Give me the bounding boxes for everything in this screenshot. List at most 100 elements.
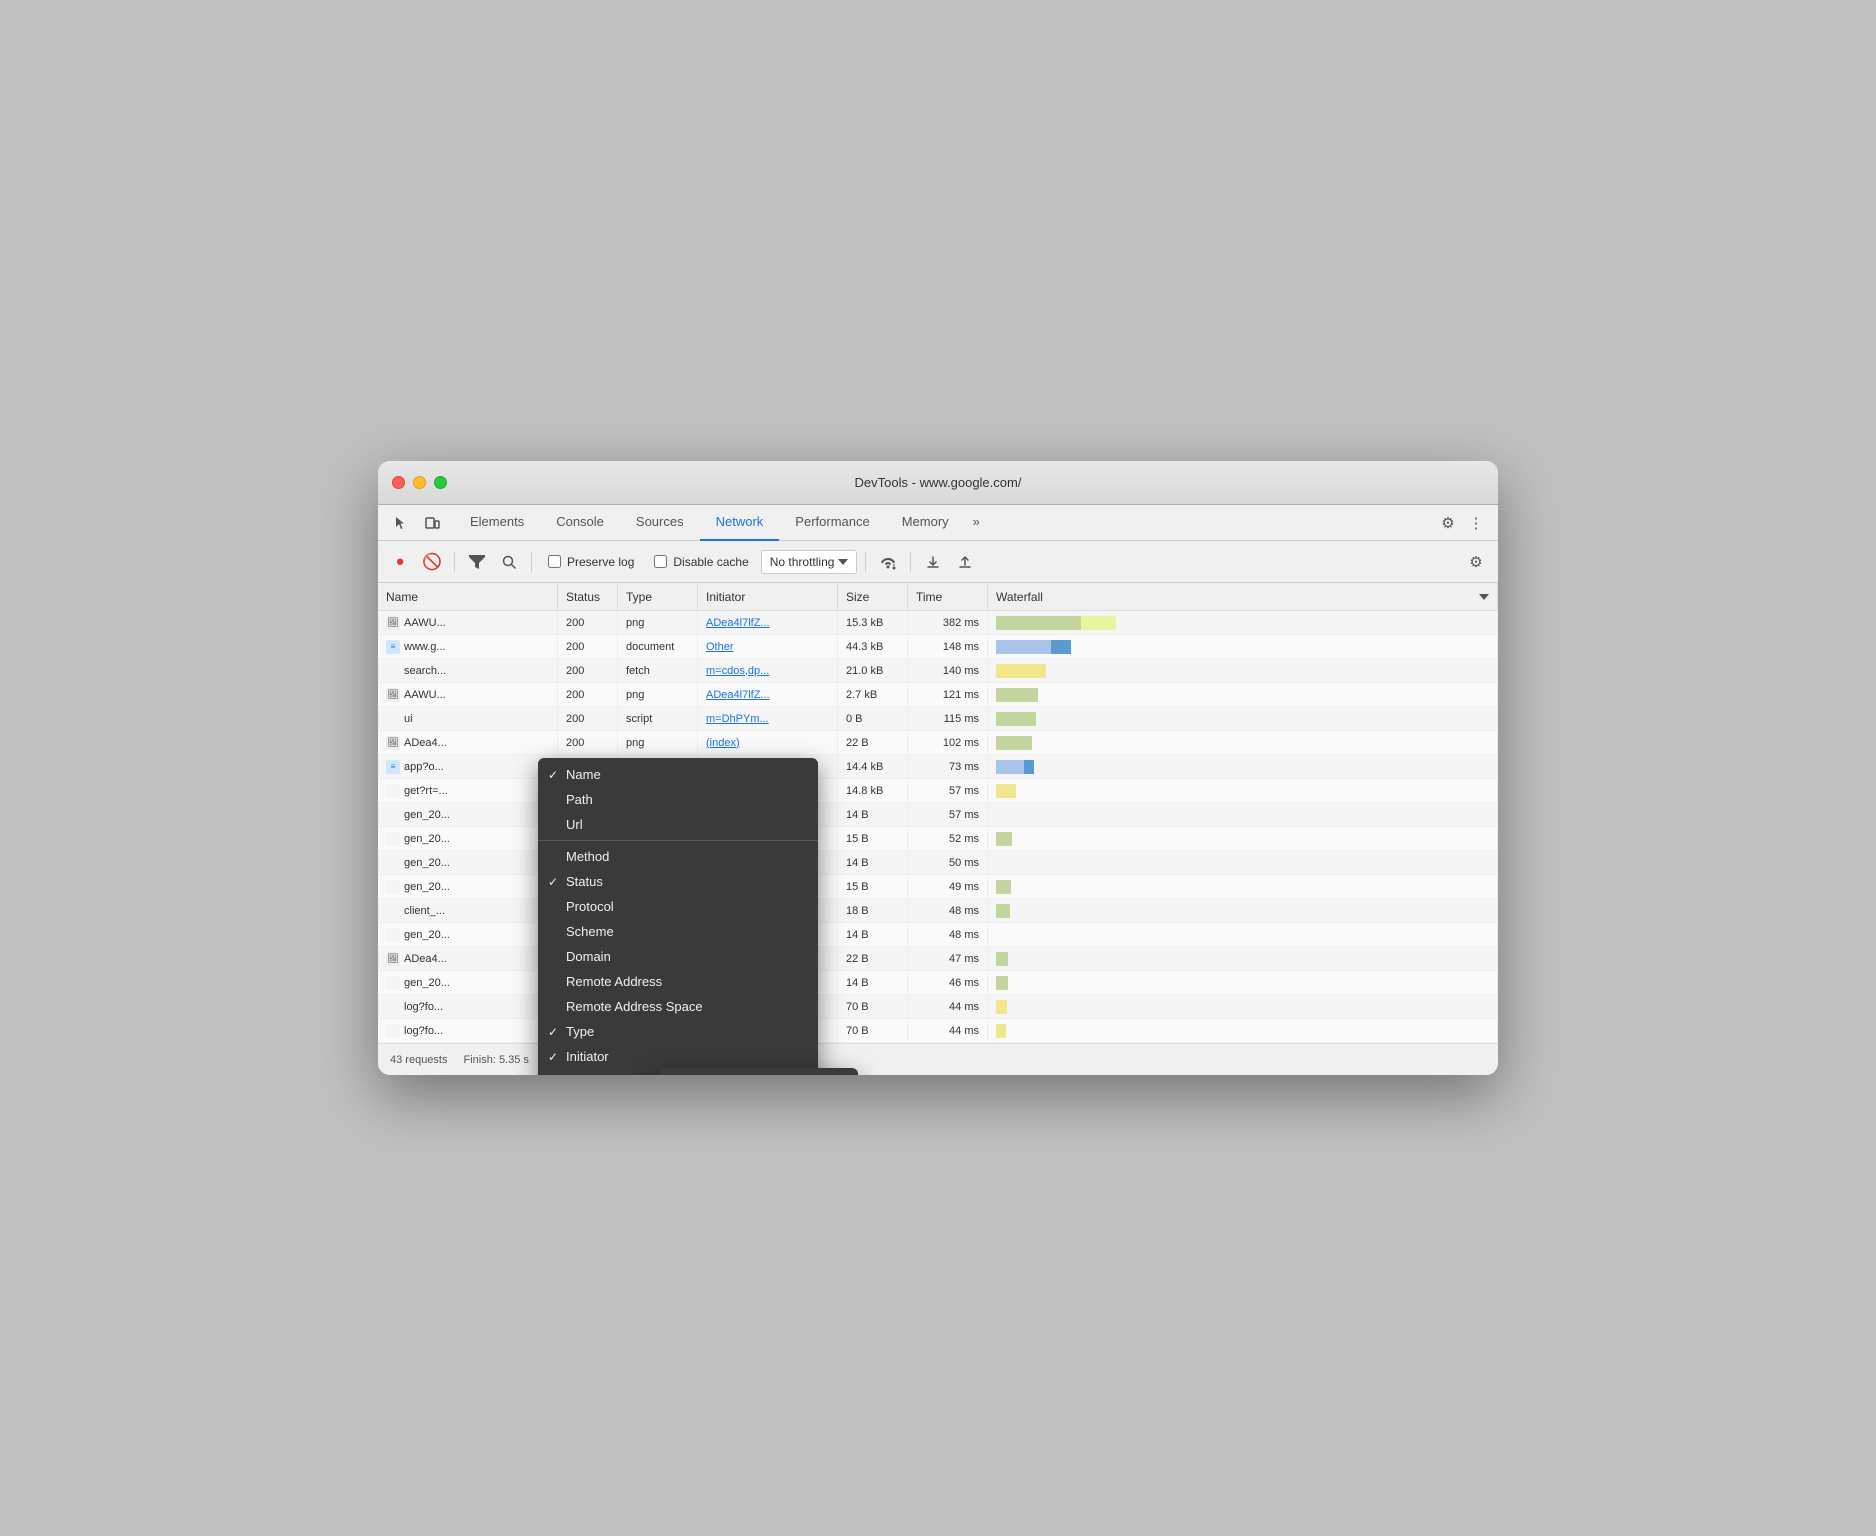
cell-initiator: m=DhPYm... <box>698 707 838 730</box>
close-button[interactable] <box>392 476 405 489</box>
cell-name: 🖼ADea4... <box>378 947 558 970</box>
menu-item-protocol[interactable]: Protocol <box>538 894 818 919</box>
cell-waterfall <box>988 659 1498 682</box>
cell-size: 70 B <box>838 1019 908 1042</box>
cell-status: 200 <box>558 707 618 730</box>
file-icon <box>386 1024 400 1038</box>
cell-name: gen_20... <box>378 803 558 826</box>
menu-item-status[interactable]: Status <box>538 869 818 894</box>
waterfall-bar <box>996 784 1016 798</box>
file-icon <box>386 664 400 678</box>
main-content: Name Status Type Initiator Size Time Wat… <box>378 583 1498 1043</box>
cell-name: gen_20... <box>378 875 558 898</box>
waterfall-bar <box>996 640 1071 654</box>
preserve-log-checkbox[interactable] <box>548 555 561 568</box>
throttle-select[interactable]: No throttling <box>761 550 858 574</box>
tab-network[interactable]: Network <box>700 505 780 541</box>
table-row[interactable]: 🖼AAWU... 200 png ADea4l7lfZ... 15.3 kB 3… <box>378 611 1498 635</box>
th-initiator[interactable]: Initiator <box>698 583 838 610</box>
cell-waterfall <box>988 827 1498 850</box>
settings-icon[interactable]: ⚙ <box>1434 509 1462 537</box>
device-icon[interactable] <box>418 509 446 537</box>
wifi-settings-icon[interactable] <box>874 548 902 576</box>
cell-initiator: Other <box>698 635 838 658</box>
file-icon <box>386 784 400 798</box>
cell-time: 47 ms <box>908 947 988 970</box>
menu-item-name[interactable]: Name <box>538 762 818 787</box>
img-icon: 🖼 <box>386 688 400 702</box>
table-row[interactable]: 🖼ADea4... 200 png (index) 22 B 102 ms <box>378 731 1498 755</box>
file-icon <box>386 856 400 870</box>
waterfall-bar <box>996 904 1010 918</box>
maximize-button[interactable] <box>434 476 447 489</box>
file-icon <box>386 904 400 918</box>
cell-status: 200 <box>558 683 618 706</box>
menu-item-initiator[interactable]: Initiator <box>538 1044 818 1069</box>
disable-cache-checkbox[interactable] <box>654 555 667 568</box>
menu-item-domain[interactable]: Domain <box>538 944 818 969</box>
doc-icon: ≡ <box>386 760 400 774</box>
cell-size: 14 B <box>838 803 908 826</box>
preserve-log-btn[interactable]: Preserve log <box>540 551 642 573</box>
table-row[interactable]: search... 200 fetch m=cdos,dp... 21.0 kB… <box>378 659 1498 683</box>
img-icon: 🖼 <box>386 616 400 630</box>
network-settings-icon[interactable]: ⚙ <box>1462 548 1490 576</box>
export-icon[interactable] <box>951 548 979 576</box>
menu-item-scheme[interactable]: Scheme <box>538 919 818 944</box>
cell-size: 18 B <box>838 899 908 922</box>
th-size[interactable]: Size <box>838 583 908 610</box>
menu-item-url[interactable]: Url <box>538 812 818 837</box>
cell-waterfall <box>988 851 1498 874</box>
minimize-button[interactable] <box>413 476 426 489</box>
menu-item-remote_address[interactable]: Remote Address <box>538 969 818 994</box>
tab-console[interactable]: Console <box>540 505 620 541</box>
cursor-icon[interactable] <box>386 509 414 537</box>
tab-memory[interactable]: Memory <box>886 505 965 541</box>
more-icon[interactable]: ⋮ <box>1462 509 1490 537</box>
import-icon[interactable] <box>919 548 947 576</box>
th-waterfall[interactable]: Waterfall <box>988 583 1498 610</box>
cell-initiator: (index) <box>698 731 838 754</box>
cell-size: 70 B <box>838 995 908 1018</box>
waterfall-bar <box>996 1000 1007 1014</box>
th-time[interactable]: Time <box>908 583 988 610</box>
waterfall-bar <box>996 976 1008 990</box>
cell-waterfall <box>988 683 1498 706</box>
cell-time: 50 ms <box>908 851 988 874</box>
th-type[interactable]: Type <box>618 583 698 610</box>
cell-time: 57 ms <box>908 803 988 826</box>
tab-sources[interactable]: Sources <box>620 505 700 541</box>
cell-time: 44 ms <box>908 1019 988 1042</box>
menu-item-type[interactable]: Type <box>538 1019 818 1044</box>
th-name[interactable]: Name <box>378 583 558 610</box>
clear-icon[interactable]: 🚫 <box>418 548 446 576</box>
cell-waterfall <box>988 947 1498 970</box>
filter-icon[interactable] <box>463 548 491 576</box>
th-status[interactable]: Status <box>558 583 618 610</box>
cell-name: search... <box>378 659 558 682</box>
doc-icon: ≡ <box>386 640 400 654</box>
disable-cache-btn[interactable]: Disable cache <box>646 551 756 573</box>
cell-size: 15 B <box>838 827 908 850</box>
cell-name: ≡app?o... <box>378 755 558 778</box>
cell-initiator: ADea4l7lfZ... <box>698 683 838 706</box>
cell-status: 200 <box>558 659 618 682</box>
table-row[interactable]: ui 200 script m=DhPYm... 0 B 115 ms <box>378 707 1498 731</box>
search-icon[interactable] <box>495 548 523 576</box>
cell-waterfall <box>988 1019 1498 1042</box>
table-row[interactable]: ≡www.g... 200 document Other 44.3 kB 148… <box>378 635 1498 659</box>
tab-performance[interactable]: Performance <box>779 505 885 541</box>
menu-item-method[interactable]: Method <box>538 844 818 869</box>
cell-size: 2.7 kB <box>838 683 908 706</box>
file-icon <box>386 928 400 942</box>
record-icon[interactable]: ● <box>386 548 414 576</box>
tab-bar: Elements Console Sources Network Perform… <box>378 505 1498 541</box>
menu-item-path[interactable]: Path <box>538 787 818 812</box>
submenu-item-start_time[interactable]: Start Time <box>658 1072 858 1075</box>
tab-elements[interactable]: Elements <box>454 505 540 541</box>
menu-item-remote_address_space[interactable]: Remote Address Space <box>538 994 818 1019</box>
cell-time: 46 ms <box>908 971 988 994</box>
tab-more[interactable]: » <box>965 505 988 541</box>
window-title: DevTools - www.google.com/ <box>855 475 1022 490</box>
table-row[interactable]: 🖼AAWU... 200 png ADea4l7lfZ... 2.7 kB 12… <box>378 683 1498 707</box>
